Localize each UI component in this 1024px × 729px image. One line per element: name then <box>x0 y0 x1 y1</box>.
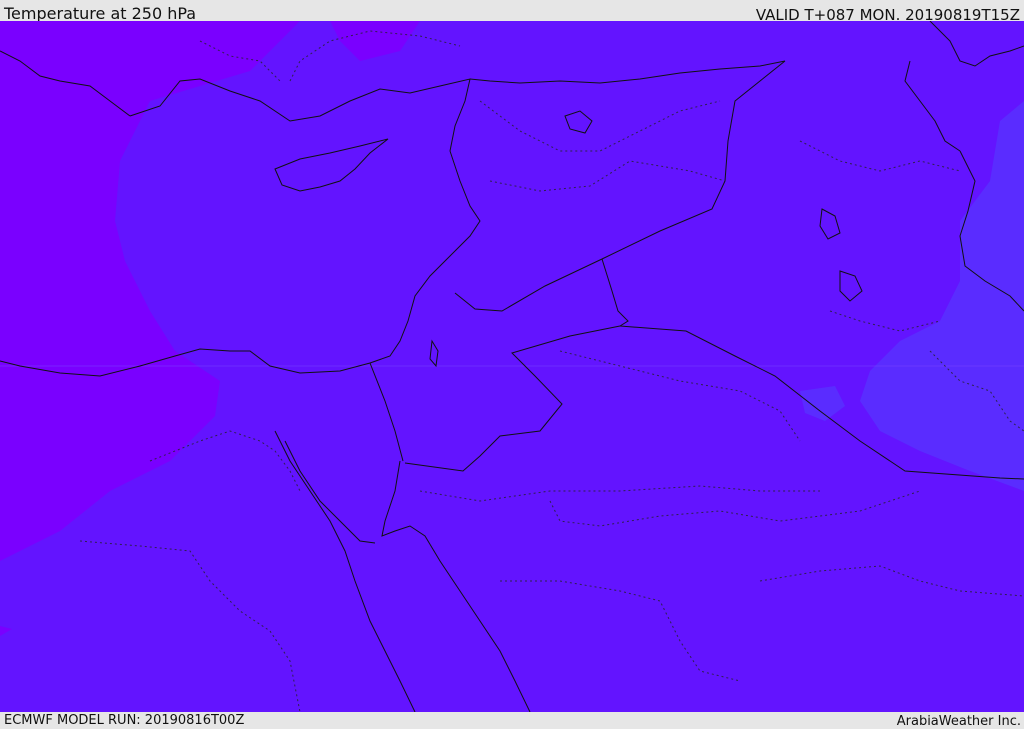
header-bar: Temperature at 250 hPa VALID T+087 MON. … <box>0 0 1024 24</box>
model-run-label: ECMWF MODEL RUN: 20190816T00Z <box>4 713 245 728</box>
footer-bar: ECMWF MODEL RUN: 20190816T00Z ArabiaWeat… <box>0 712 1024 729</box>
map-canvas <box>0 21 1024 712</box>
map-frame: Temperature at 250 hPa VALID T+087 MON. … <box>0 0 1024 729</box>
credit-label: ArabiaWeather Inc. <box>896 714 1021 729</box>
weather-map[interactable] <box>0 21 1024 712</box>
